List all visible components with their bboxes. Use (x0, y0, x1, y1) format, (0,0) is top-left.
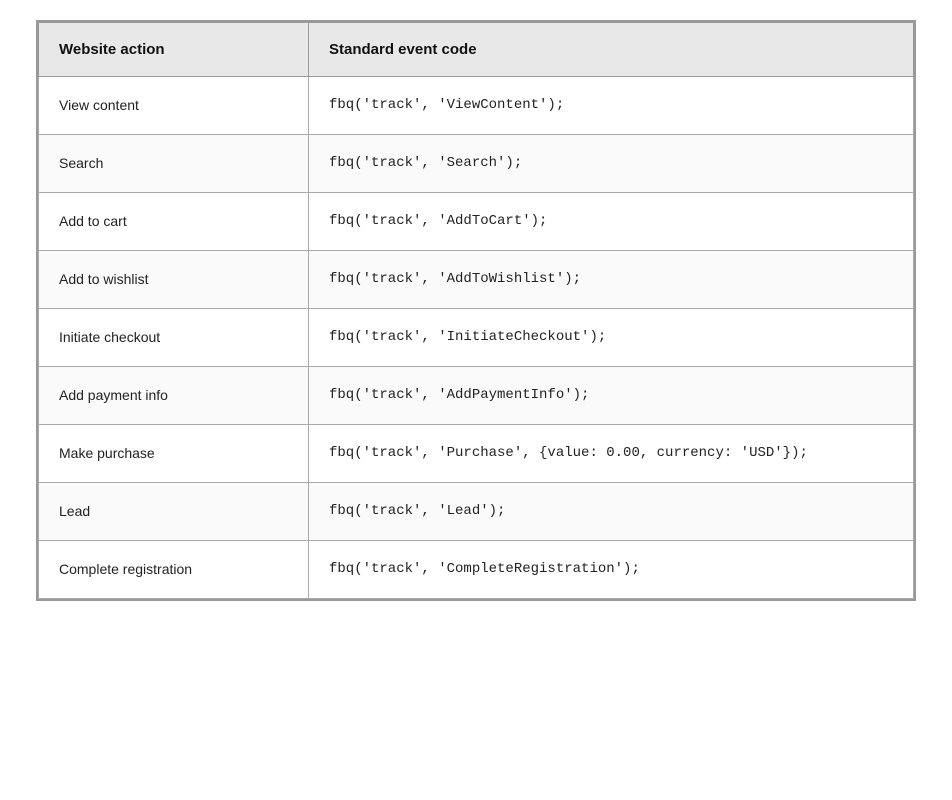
table-header-row: Website action Standard event code (39, 23, 914, 77)
cell-event-code: fbq('track', 'Search'); (309, 135, 914, 193)
cell-event-code: fbq('track', 'Purchase', {value: 0.00, c… (309, 425, 914, 483)
cell-website-action: View content (39, 77, 309, 135)
cell-website-action: Add to wishlist (39, 251, 309, 309)
cell-event-code: fbq('track', 'Lead'); (309, 483, 914, 541)
cell-website-action: Initiate checkout (39, 309, 309, 367)
table-row: Initiate checkoutfbq('track', 'InitiateC… (39, 309, 914, 367)
cell-event-code: fbq('track', 'InitiateCheckout'); (309, 309, 914, 367)
column-header-website-action: Website action (39, 23, 309, 77)
table-row: Add to wishlistfbq('track', 'AddToWishli… (39, 251, 914, 309)
table-row: Complete registrationfbq('track', 'Compl… (39, 541, 914, 599)
column-header-event-code: Standard event code (309, 23, 914, 77)
table-row: Make purchasefbq('track', 'Purchase', {v… (39, 425, 914, 483)
table-row: Add to cartfbq('track', 'AddToCart'); (39, 193, 914, 251)
cell-website-action: Make purchase (39, 425, 309, 483)
table-row: View contentfbq('track', 'ViewContent'); (39, 77, 914, 135)
cell-website-action: Add to cart (39, 193, 309, 251)
cell-website-action: Complete registration (39, 541, 309, 599)
cell-event-code: fbq('track', 'AddPaymentInfo'); (309, 367, 914, 425)
cell-event-code: fbq('track', 'ViewContent'); (309, 77, 914, 135)
table-row: Add payment infofbq('track', 'AddPayment… (39, 367, 914, 425)
cell-website-action: Add payment info (39, 367, 309, 425)
cell-event-code: fbq('track', 'CompleteRegistration'); (309, 541, 914, 599)
event-code-table: Website action Standard event code View … (36, 20, 916, 601)
cell-event-code: fbq('track', 'AddToCart'); (309, 193, 914, 251)
table-row: Searchfbq('track', 'Search'); (39, 135, 914, 193)
cell-website-action: Search (39, 135, 309, 193)
cell-website-action: Lead (39, 483, 309, 541)
table-row: Leadfbq('track', 'Lead'); (39, 483, 914, 541)
cell-event-code: fbq('track', 'AddToWishlist'); (309, 251, 914, 309)
